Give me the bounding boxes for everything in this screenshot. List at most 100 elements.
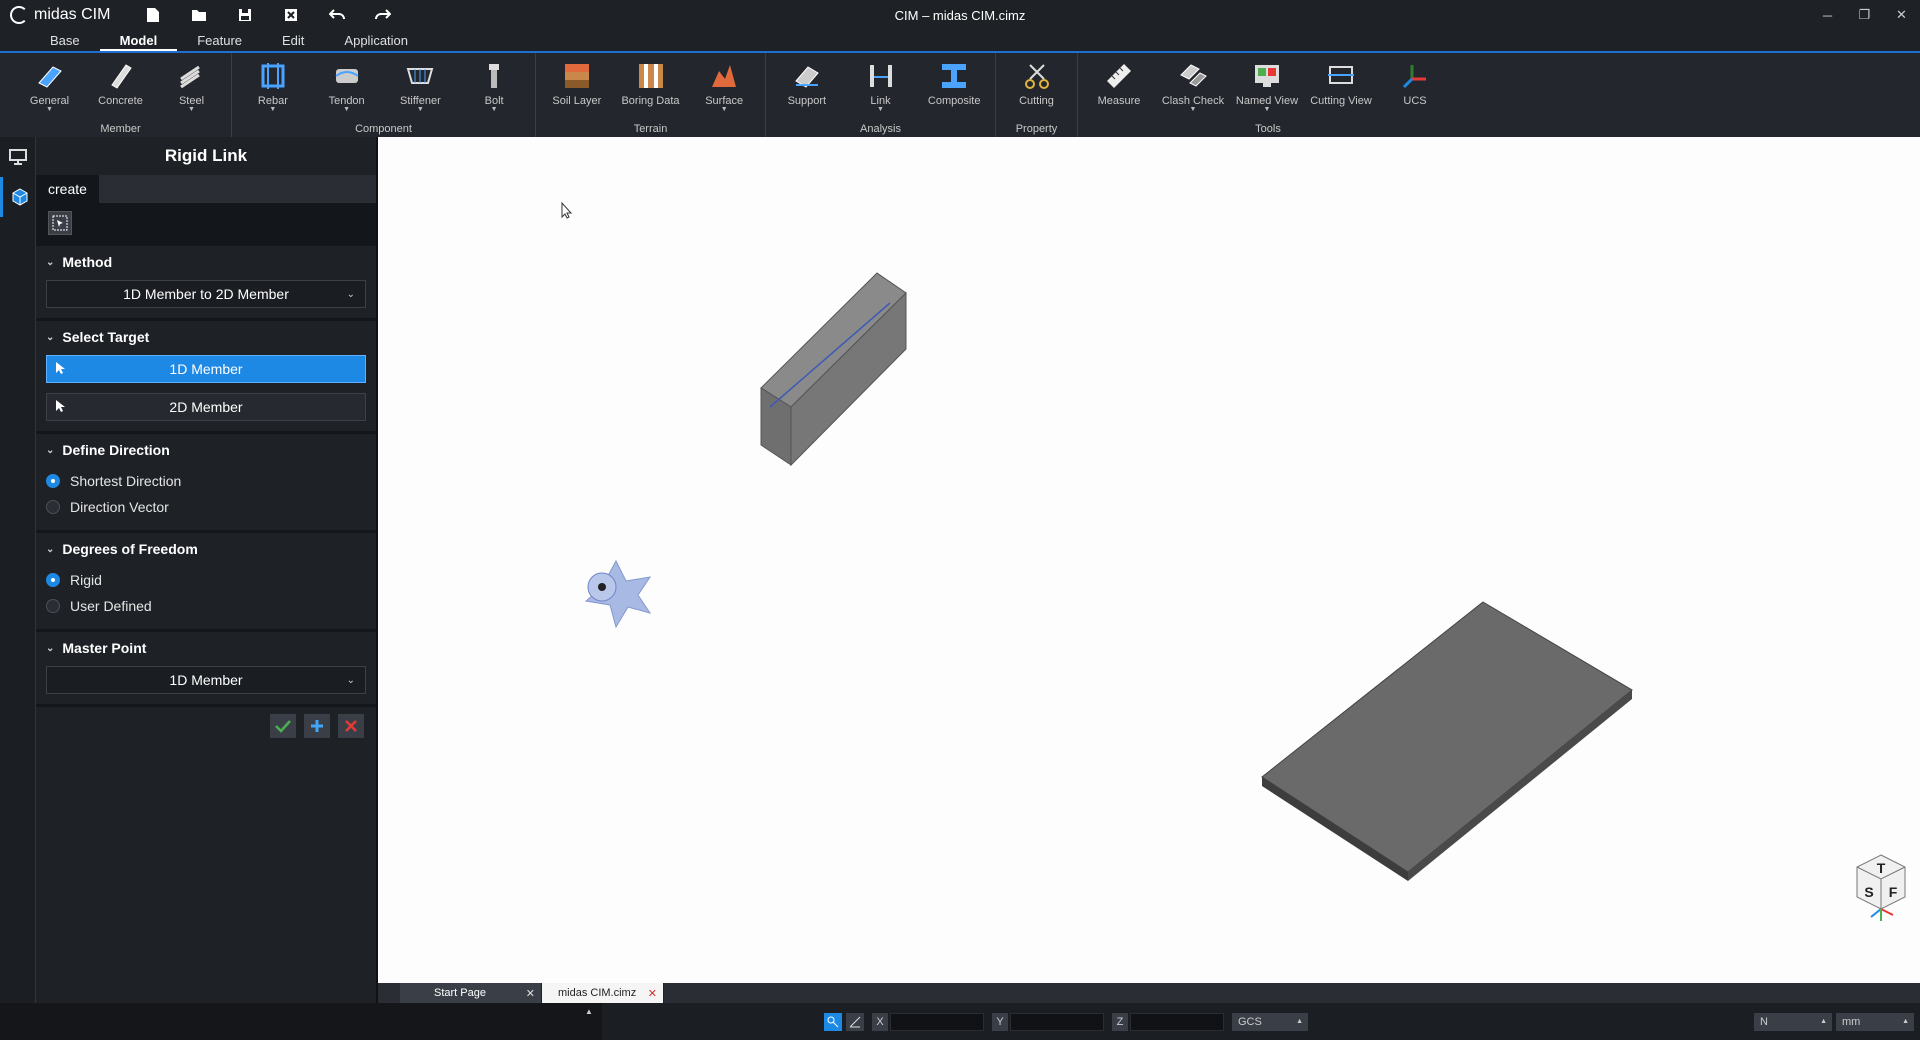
navigation-cube[interactable]: T S F: [1852, 851, 1910, 926]
steel-button[interactable]: Steel ▼: [156, 53, 227, 117]
radio-user-defined[interactable]: User Defined: [46, 593, 366, 619]
define-direction-header[interactable]: ⌄ Define Direction: [46, 442, 366, 458]
method-value: 1D Member to 2D Member: [123, 286, 289, 302]
caret-up-icon: ▲: [1296, 1018, 1303, 1025]
ucs-button[interactable]: UCS: [1378, 53, 1452, 117]
dof-heading: Degrees of Freedom: [62, 541, 198, 557]
doc-tab-midas-cim[interactable]: midas CIM.cimz ✕: [542, 983, 664, 1003]
radio-button-checked[interactable]: [46, 474, 60, 488]
method-section: ⌄ Method 1D Member to 2D Member ⌄: [36, 243, 376, 318]
master-point-header[interactable]: ⌄ Master Point: [46, 640, 366, 656]
open-folder-icon[interactable]: [176, 0, 222, 30]
grid-snap-icon[interactable]: [846, 1013, 864, 1031]
tab-edit[interactable]: Edit: [262, 30, 324, 51]
cutting-button[interactable]: Cutting: [1000, 53, 1073, 117]
composite-icon: [937, 59, 971, 93]
radio-button-checked[interactable]: [46, 573, 60, 587]
group-label-terrain: Terrain: [633, 123, 668, 135]
save-icon[interactable]: [222, 0, 268, 30]
close-file-icon[interactable]: [268, 0, 314, 30]
node-point-symbol[interactable]: [584, 559, 652, 629]
select-target-header[interactable]: ⌄ Select Target: [46, 329, 366, 345]
close-icon[interactable]: ✕: [1883, 0, 1920, 30]
apply-check-icon[interactable]: [270, 713, 296, 738]
doc-tab-start-page[interactable]: Start Page ✕: [400, 983, 542, 1003]
coordinate-system-dropdown[interactable]: GCS ▲: [1232, 1013, 1308, 1031]
redo-icon[interactable]: [360, 0, 406, 30]
select-2d-member-button[interactable]: 2D Member: [46, 393, 366, 421]
caret-up-icon: ▲: [1902, 1018, 1909, 1025]
tab-application[interactable]: Application: [324, 30, 428, 51]
new-file-icon[interactable]: [130, 0, 176, 30]
concrete-button[interactable]: Concrete: [85, 53, 156, 117]
tab-model[interactable]: Model: [99, 30, 178, 51]
composite-button[interactable]: Composite: [917, 53, 991, 117]
method-heading: Method: [62, 254, 113, 270]
dof-header[interactable]: ⌄ Degrees of Freedom: [46, 541, 366, 557]
select-1d-member-button[interactable]: 1D Member: [46, 355, 366, 383]
soil-layer-button[interactable]: Soil Layer: [540, 53, 614, 117]
plate-member[interactable]: [1261, 601, 1633, 881]
navcube-face-front[interactable]: F: [1889, 884, 1898, 900]
master-point-dropdown[interactable]: 1D Member ⌄: [46, 666, 366, 694]
length-unit-dropdown[interactable]: mm ▲: [1836, 1013, 1914, 1031]
ribbon-group-tools: Measure Clash Check ▼ Named View ▼ Cutti…: [1078, 53, 1458, 137]
model-cube-icon[interactable]: [0, 177, 36, 217]
cancel-x-icon[interactable]: [338, 713, 364, 738]
tab-create[interactable]: create: [36, 175, 99, 203]
3d-viewport[interactable]: T S F: [378, 137, 1920, 983]
minimize-icon[interactable]: ─: [1809, 0, 1846, 30]
clash-check-button[interactable]: Clash Check ▼: [1156, 53, 1230, 117]
navcube-face-top[interactable]: T: [1877, 860, 1886, 876]
stiffener-icon: [403, 59, 437, 93]
z-coordinate-input[interactable]: [1130, 1013, 1224, 1031]
chevron-down-icon: ⌄: [346, 674, 355, 686]
tab-feature[interactable]: Feature: [177, 30, 262, 51]
method-dropdown[interactable]: 1D Member to 2D Member ⌄: [46, 280, 366, 308]
link-button[interactable]: Link ▼: [844, 53, 918, 117]
boring-data-button[interactable]: Boring Data: [614, 53, 688, 117]
measure-button[interactable]: Measure: [1082, 53, 1156, 117]
rebar-button[interactable]: Rebar ▼: [236, 53, 310, 117]
close-tab-icon[interactable]: ✕: [526, 987, 535, 1000]
radio-button[interactable]: [46, 599, 60, 613]
close-tab-icon[interactable]: ✕: [648, 987, 657, 1000]
navcube-face-south[interactable]: S: [1864, 884, 1873, 900]
group-label-property: Property: [1015, 123, 1058, 135]
cutting-view-button[interactable]: Cutting View: [1304, 53, 1378, 117]
bolt-button[interactable]: Bolt ▼: [457, 53, 531, 117]
snap-icon[interactable]: [824, 1013, 842, 1031]
y-coordinate-input[interactable]: [1010, 1013, 1104, 1031]
radio-rigid[interactable]: Rigid: [46, 567, 366, 593]
caret-icon: ▼: [720, 106, 728, 113]
cursor-icon: [56, 400, 65, 412]
add-plus-icon[interactable]: [304, 713, 330, 738]
ucs-label: UCS: [1403, 95, 1427, 107]
tendon-button[interactable]: Tendon ▼: [310, 53, 384, 117]
master-point-value: 1D Member: [169, 672, 243, 688]
restore-icon[interactable]: ❐: [1846, 0, 1883, 30]
undo-icon[interactable]: [314, 0, 360, 30]
x-coordinate-input[interactable]: [890, 1013, 984, 1031]
chevron-down-icon: ⌄: [46, 331, 55, 343]
expand-up-icon[interactable]: ▲: [585, 1007, 593, 1016]
radio-shortest-direction[interactable]: Shortest Direction: [46, 468, 366, 494]
radio-button[interactable]: [46, 500, 60, 514]
stiffener-button[interactable]: Stiffener ▼: [384, 53, 458, 117]
tab-base[interactable]: Base: [30, 30, 100, 51]
y-axis-label: Y: [992, 1013, 1008, 1031]
named-view-button[interactable]: Named View ▼: [1230, 53, 1304, 117]
surface-button[interactable]: Surface ▼: [687, 53, 761, 117]
ribbon-group-analysis: Support Link ▼ Composite Analysis: [766, 53, 996, 137]
beam-member[interactable]: [760, 272, 907, 467]
support-button[interactable]: Support: [770, 53, 844, 117]
force-unit-dropdown[interactable]: N ▲: [1754, 1013, 1832, 1031]
group-label-analysis: Analysis: [860, 123, 901, 135]
radio-direction-vector[interactable]: Direction Vector: [46, 494, 366, 520]
presentation-icon[interactable]: [0, 137, 36, 177]
general-button[interactable]: General ▼: [14, 53, 85, 117]
concrete-label: Concrete: [98, 95, 143, 107]
cutting-icon: [1020, 59, 1054, 93]
method-header[interactable]: ⌄ Method: [46, 254, 366, 270]
select-window-icon[interactable]: [48, 211, 72, 235]
